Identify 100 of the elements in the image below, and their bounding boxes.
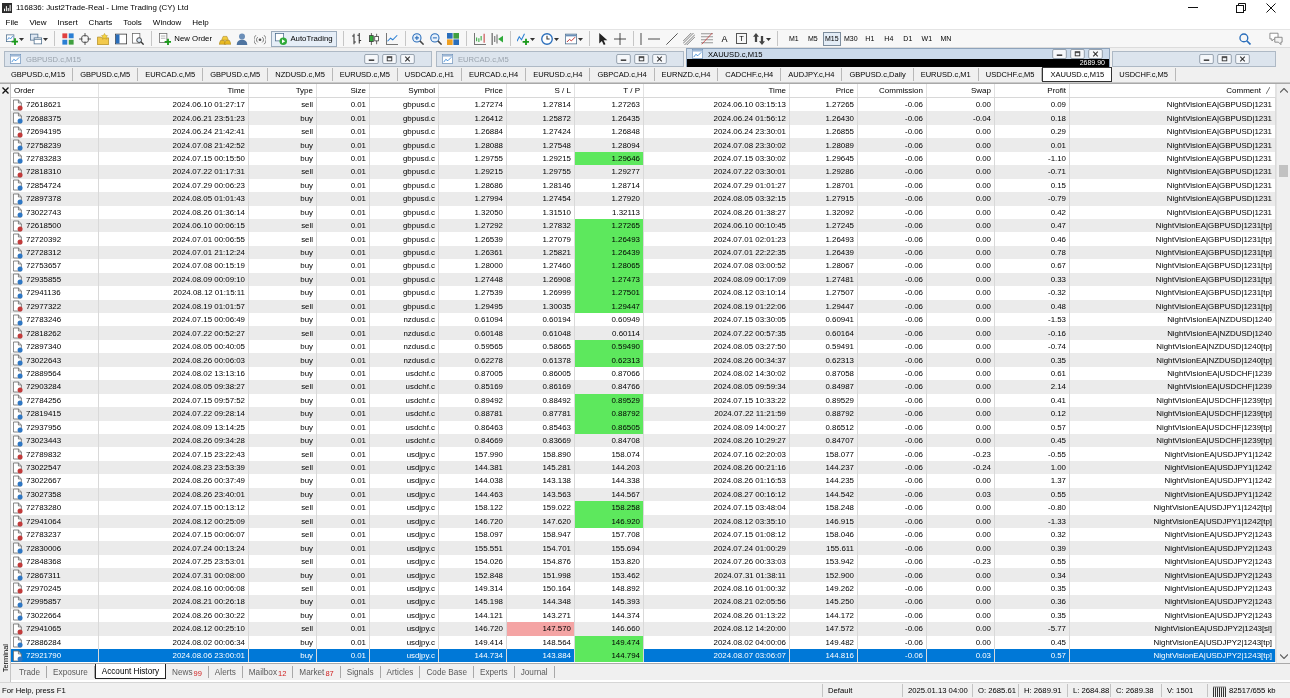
scroll-down-icon[interactable] [1279,654,1288,659]
caret-icon[interactable] [42,38,48,41]
star-folder-icon[interactable] [96,32,109,45]
trend-line-icon[interactable] [665,32,678,45]
menu-item[interactable]: Help [186,17,215,27]
template-icon[interactable] [564,32,577,45]
order-icon [13,609,23,622]
up-down-arrows-icon[interactable] [752,32,765,45]
restore-icon[interactable] [634,54,649,64]
caret-icon[interactable] [577,38,583,41]
clock-icon[interactable] [540,32,553,45]
minimize-icon[interactable] [1052,49,1067,59]
order-icon [13,501,23,514]
windows-icon[interactable] [29,32,42,45]
menu-item[interactable]: Charts [83,17,118,27]
close-icon[interactable] [652,54,667,64]
order-icon [13,394,23,407]
bar-chart-icon[interactable] [350,32,363,45]
column-header[interactable]: S / L [507,84,575,97]
column-header[interactable]: Order [11,84,99,97]
order-icon [13,313,23,326]
cursor-icon[interactable] [596,32,609,45]
column-header[interactable]: Time [99,84,249,97]
order-icon [13,354,23,367]
target-icon[interactable] [79,32,92,45]
column-header[interactable]: Commission [858,84,927,97]
new-chart-icon[interactable] [6,32,18,45]
fibonacci-icon[interactable] [700,32,713,45]
order-icon [13,125,23,138]
restore-icon[interactable] [1217,54,1232,64]
crosshair-icon[interactable] [614,32,627,45]
column-header[interactable]: T / P [575,84,644,97]
order-icon [13,528,23,541]
menu-item[interactable]: Insert [52,17,84,27]
close-icon[interactable] [1235,54,1250,64]
minimize-icon[interactable] [364,54,379,64]
caret-icon[interactable] [530,38,536,41]
zoom-out-icon[interactable] [429,32,442,45]
menu-item[interactable]: View [23,17,53,27]
vertical-scrollbar[interactable] [1276,84,1290,663]
terminal-tab[interactable]: Experts [473,666,515,678]
connection-bars-icon [1213,684,1226,697]
terminal-tab[interactable]: Journal [514,666,555,678]
terminal-tab[interactable]: Code Base [420,666,474,678]
chart-shift-icon[interactable] [473,32,486,45]
order-icon [13,461,23,474]
close-icon[interactable] [400,54,415,64]
magnifier-document-icon[interactable] [132,32,145,45]
column-header[interactable]: Time [644,84,790,97]
play-circle-icon [275,32,288,45]
close-icon[interactable] [1088,49,1103,59]
terminal-tab[interactable]: Exposure [47,666,95,678]
order-icon [13,555,23,568]
user-icon[interactable] [236,32,249,45]
text-tool-button[interactable]: A [718,32,731,45]
minimize-icon[interactable] [1199,54,1214,64]
restore-icon[interactable] [382,54,397,64]
caret-icon[interactable] [19,38,24,41]
signal-icon[interactable] [253,32,266,45]
restore-icon[interactable] [1236,2,1246,13]
zoom-in-icon[interactable] [412,32,425,45]
minimize-icon[interactable] [616,54,631,64]
line-chart-icon[interactable] [386,32,398,45]
terminal-tab[interactable]: Account History [94,664,167,679]
chat-icon[interactable] [1269,32,1283,45]
tile-windows-icon[interactable] [447,32,460,45]
colored-squares-icon[interactable] [61,32,74,45]
terminal-tab[interactable]: Articles [380,666,421,678]
order-icon [13,192,23,205]
order-icon [13,327,23,340]
column-header[interactable]: Swap [927,84,995,97]
column-header[interactable]: Price [439,84,507,97]
terminal-tab[interactable]: Alerts [208,666,243,678]
column-header[interactable]: Profit [995,84,1070,97]
menu-item[interactable]: Tools [117,17,148,27]
scroll-up-icon[interactable] [1279,88,1288,93]
search-icon[interactable] [1239,32,1252,45]
order-icon [13,233,23,246]
autoscroll-icon[interactable] [491,32,504,45]
restore-icon[interactable] [1070,49,1085,59]
order-icon [13,367,23,380]
column-header[interactable]: Price [790,84,858,97]
order-icon [13,421,23,434]
column-header[interactable]: Size [317,84,370,97]
terminal-tab[interactable]: Trade [13,666,48,678]
close-icon[interactable] [1266,2,1276,13]
column-header[interactable]: Type [249,84,317,97]
caret-icon[interactable] [553,38,559,41]
order-icon [13,448,23,461]
column-header[interactable]: Symbol [370,84,439,97]
scroll-thumb[interactable] [1279,165,1288,177]
menu-item[interactable]: File [0,17,24,27]
order-icon [13,259,23,272]
candlestick-icon[interactable] [368,32,381,45]
menu-item[interactable]: Window [147,17,187,27]
order-icon [13,488,23,501]
window-panel-icon[interactable] [114,32,127,45]
close-icon[interactable] [1,87,9,94]
caret-icon[interactable] [765,38,771,41]
terminal-tab[interactable]: Signals [340,666,381,678]
